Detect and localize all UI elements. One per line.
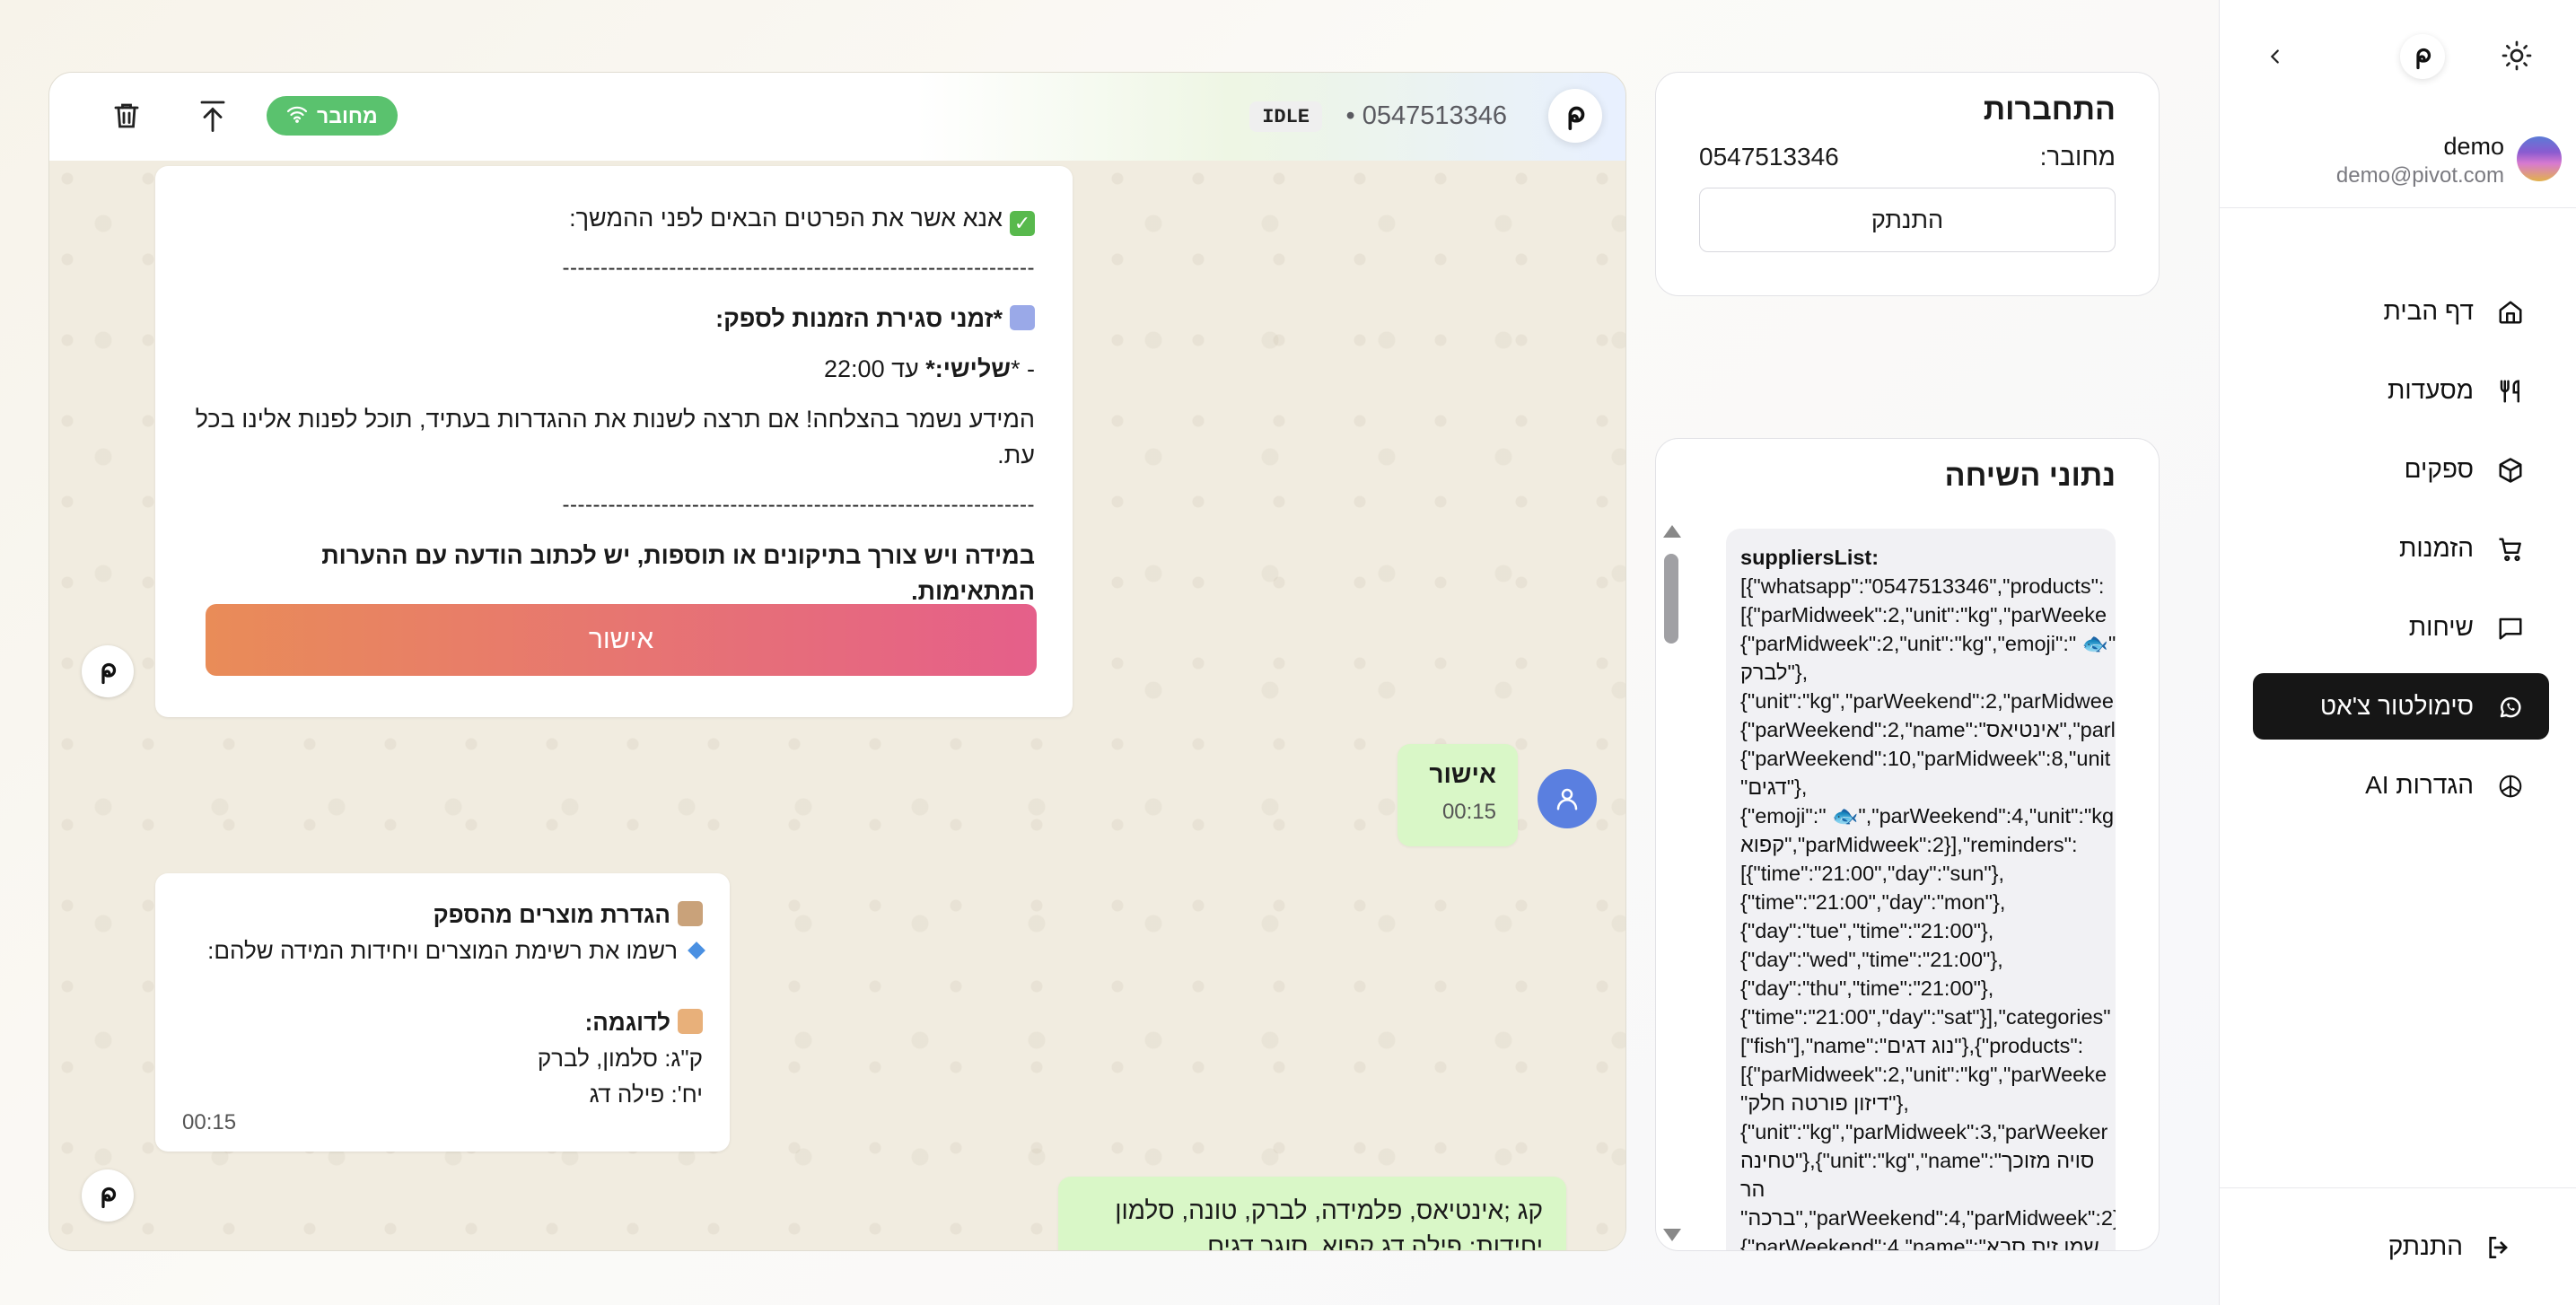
memo-icon: [678, 1009, 703, 1034]
wifi-icon: [286, 104, 308, 128]
conversation-data-content: suppliersList: [{"whatsapp":"0547513346"…: [1726, 529, 2116, 1250]
disconnect-button[interactable]: התנתק: [1699, 188, 2116, 252]
message-line: רשמו את רשימת המוצרים ויחידות המידה שלהם…: [182, 933, 705, 968]
approve-button[interactable]: אישור: [206, 604, 1037, 676]
message-divider: ----------------------------------------…: [562, 256, 1035, 280]
cart-icon: [2497, 536, 2524, 563]
message-line: יח': פילה דג: [589, 1081, 703, 1108]
sidebar-item-label: הזמנות: [2399, 534, 2474, 562]
bot-avatar-icon: [82, 1169, 134, 1222]
user-message-approve: אישור 00:15: [1398, 744, 1518, 846]
message-icon: [2497, 615, 2524, 642]
logout-button[interactable]: התנתק: [2388, 1224, 2513, 1269]
user-name: demo: [2443, 133, 2504, 160]
sidebar-item-label: שיחות: [2408, 613, 2474, 641]
user-profile[interactable]: demo demo@pivot.com: [2219, 127, 2576, 208]
sidebar-item-orders[interactable]: הזמנות: [2253, 515, 2549, 582]
sidebar: demo demo@pivot.com דף הבית מסעדות ספקים: [2219, 0, 2576, 1305]
check-mark-icon: ✓: [1010, 211, 1035, 236]
sidebar-item-home[interactable]: דף הבית: [2253, 278, 2549, 345]
export-icon[interactable]: [197, 98, 229, 134]
sidebar-item-ai-settings[interactable]: הגדרות AI: [2253, 752, 2549, 819]
message-line: המידע נשמר בהצלחה! אם תרצה לשנות את ההגד…: [195, 406, 1035, 469]
conversation-data-card: נתוני השיחה suppliersList: [{"whatsapp":…: [1655, 438, 2160, 1251]
sidebar-item-label: הגדרות AI: [2365, 771, 2474, 799]
connection-card: התחברות מחובר: 0547513346 התנתק: [1655, 72, 2160, 296]
connection-status-label: מחובר:: [2039, 143, 2116, 171]
message-line: הגדרת מוצרים מהספק: [182, 897, 703, 933]
blue-diamond-icon: [688, 942, 705, 959]
message-line: ק"ג: סלמון, לברק: [537, 1045, 703, 1072]
sidebar-item-conversations[interactable]: שיחות: [2253, 594, 2549, 661]
message-text: אישור: [1429, 760, 1496, 788]
app-logo-icon: [2400, 34, 2445, 79]
status-badge: IDLE: [1249, 101, 1322, 132]
sidebar-item-suppliers[interactable]: ספקים: [2253, 436, 2549, 503]
message-line: ✓אנא אשר את הפרטים הבאים לפני ההמשך:: [193, 200, 1035, 236]
conversation-data-title: נתוני השיחה: [1944, 459, 2116, 493]
suppliers-list-json: [{"whatsapp":"0547513346","products": [{…: [1740, 574, 2116, 1250]
calendar-icon: [1010, 305, 1035, 330]
theme-toggle-sun-icon[interactable]: [2501, 39, 2533, 72]
user-avatar-icon: [1538, 769, 1597, 828]
sidebar-item-restaurants[interactable]: מסעדות: [2253, 357, 2549, 424]
sidebar-item-label: דף הבית: [2383, 297, 2474, 325]
utensils-icon: [2497, 378, 2524, 405]
user-email: demo@pivot.com: [2335, 163, 2504, 188]
message-text: יחידות: פילה דג קפוא, סוגר דגים: [1207, 1232, 1543, 1250]
avatar: [2517, 136, 2562, 181]
bot-message-products: הגדרת מוצרים מהספק רשמו את רשימת המוצרים…: [155, 873, 730, 1152]
sidebar-top-bar: [2219, 34, 2576, 79]
openai-icon: [2497, 773, 2524, 800]
chat-messages: ✓אנא אשר את הפרטים הבאים לפני ההמשך: ---…: [49, 161, 1625, 1250]
message-line: לדוגמה:: [182, 1004, 703, 1040]
sidebar-nav: דף הבית מסעדות ספקים הזמנות שיחות סימולט…: [2253, 278, 2549, 831]
connected-label: מחובר: [317, 103, 378, 127]
sidebar-item-label: סימולטור צ'אט: [2319, 692, 2474, 720]
user-message-products: קג ;אינטיאס, פלמידה, לברק, טונה, סלמון י…: [1058, 1177, 1566, 1250]
logout-icon: [2484, 1233, 2513, 1262]
message-divider: ----------------------------------------…: [562, 493, 1035, 517]
bot-message-summary: ✓אנא אשר את הפרטים הבאים לפני ההמשך: ---…: [155, 166, 1073, 717]
message-line: במידה ויש צורך בתיקונים או תוספות, יש לכ…: [321, 542, 1035, 605]
message-line: - *שלישי:* עד 22:00: [824, 355, 1035, 382]
logout-label: התנתק: [2388, 1232, 2463, 1260]
message-time: 00:15: [1441, 800, 1496, 824]
suppliers-list-key: suppliersList:: [1740, 546, 1879, 569]
home-icon: [2497, 299, 2524, 326]
connection-status-badge: מחובר: [267, 96, 398, 136]
collapse-chevron-icon[interactable]: [2260, 41, 2291, 72]
sidebar-divider: [2219, 1187, 2576, 1188]
sidebar-item-chat-simulator[interactable]: סימולטור צ'אט: [2253, 673, 2549, 740]
chat-phone-number: 0547513346: [1362, 101, 1507, 130]
chat-simulator-panel: מחובר • 0547513346 IDLE ✓אנא אשר את הפרט…: [48, 72, 1626, 1251]
sidebar-item-label: מסעדות: [2387, 376, 2474, 404]
clipboard-icon: [678, 901, 703, 926]
connection-title: התחברות: [1983, 92, 2116, 127]
chat-bot-logo-icon: [1548, 89, 1602, 143]
scroll-up-arrow-icon[interactable]: [1663, 525, 1681, 538]
connection-phone: 0547513346: [1699, 143, 1839, 171]
message-text: קג ;אינטיאס, פלמידה, לברק, טונה, סלמון: [1115, 1196, 1543, 1224]
sidebar-item-label: ספקים: [2404, 455, 2474, 483]
scroll-down-arrow-icon[interactable]: [1663, 1229, 1681, 1241]
chat-header: מחובר • 0547513346 IDLE: [49, 73, 1625, 161]
trash-icon[interactable]: [110, 100, 143, 132]
bot-avatar-icon: [82, 645, 134, 697]
whatsapp-icon: [2497, 694, 2524, 721]
message-time: 00:15: [182, 1110, 237, 1134]
message-line: *זמני סגירת הזמנות לספק:: [193, 301, 1035, 337]
package-icon: [2497, 457, 2524, 484]
scrollbar-thumb[interactable]: [1664, 554, 1678, 644]
chat-phone: • 0547513346: [1345, 101, 1507, 130]
